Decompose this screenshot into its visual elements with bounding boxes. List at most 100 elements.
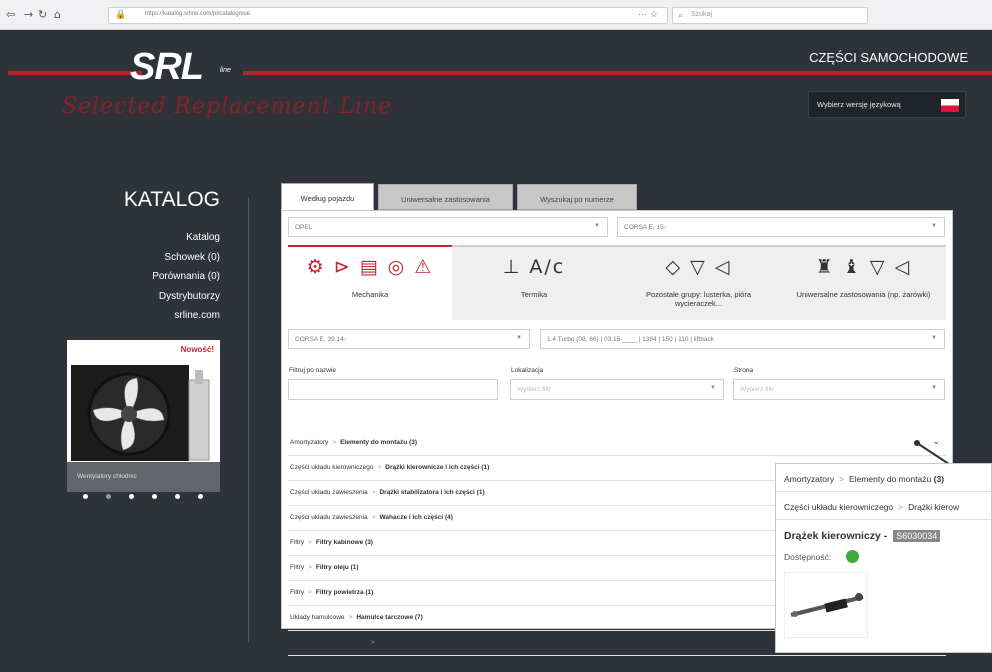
- variant-value: CORSA E, 39.14-: [295, 336, 346, 343]
- carousel-dot[interactable]: [152, 494, 157, 499]
- search-icon: ⌕: [678, 10, 684, 20]
- language-label: Wybierz wersję językową: [817, 100, 901, 109]
- tagline: Selected Replacement Line: [62, 94, 393, 119]
- category-label: Termika: [520, 290, 548, 299]
- row-count: (1): [420, 639, 429, 646]
- side-select[interactable]: Wybierz filtr ▼: [733, 379, 945, 400]
- carousel-dot[interactable]: [129, 494, 134, 499]
- make-value: OPEL: [295, 224, 313, 231]
- tab-bar: Według pojazdu Uniwersalne zastosowania …: [281, 181, 953, 210]
- make-select[interactable]: OPEL ▼: [288, 217, 608, 237]
- tab-search-number[interactable]: Wyszukaj po numerze: [517, 184, 637, 210]
- tab-universal[interactable]: Uniwersalne zastosowania: [378, 184, 513, 210]
- tie-rod-image: [790, 593, 864, 617]
- page-actions-icon[interactable]: ⋯☆: [638, 9, 661, 20]
- chevron-down-icon: ▼: [931, 385, 937, 391]
- row-subgroup: Filtry kabinowe: [315, 539, 364, 546]
- chevron-down-icon[interactable]: ⌄: [932, 437, 940, 447]
- language-selector-button[interactable]: Wybierz wersję językową: [808, 91, 966, 118]
- row-subgroup: Hamulce tarczowe: [356, 614, 414, 621]
- category-label: Uniwersalne zastosowania (np. żarówki): [796, 290, 931, 299]
- product-image[interactable]: [784, 572, 868, 638]
- back-arrow-icon[interactable]: ⇦: [6, 8, 15, 22]
- breadcrumb-separator-icon: >: [308, 589, 312, 596]
- carousel-dot[interactable]: [106, 494, 111, 499]
- row-count: (1): [481, 464, 490, 471]
- header-red-line-left: [8, 71, 142, 75]
- breadcrumb-separator-icon: >: [898, 502, 904, 512]
- zoom-row[interactable]: Części układu kierowniczego > Drążki kiero…: [776, 492, 991, 520]
- engine-select[interactable]: 1.4 Turbo (08, 66) | 03.15-____ | 1364 |…: [540, 329, 945, 349]
- srl-logo[interactable]: SRL: [130, 46, 204, 89]
- header-red-line-right: [243, 71, 992, 75]
- forward-arrow-icon[interactable]: →: [24, 8, 33, 22]
- universal-icons: ♜ ♝ ▽ ◁: [815, 256, 912, 278]
- engine-value: 1.4 Turbo (08, 66) | 03.15-____ | 1364 |…: [547, 336, 714, 343]
- side-label: Strona: [734, 367, 754, 374]
- breadcrumb-separator-icon: >: [308, 539, 312, 546]
- category-universal[interactable]: ♜ ♝ ▽ ◁ Uniwersalne zastosowania (np. ża…: [781, 245, 946, 320]
- new-badge: Nowość!: [180, 345, 214, 354]
- sidebar-link-katalog[interactable]: Katalog: [152, 228, 220, 248]
- logo-sub: line: [220, 67, 231, 74]
- category-termika[interactable]: ⊥ A/c Termika: [452, 245, 616, 320]
- browser-toolbar: ⇦ → ↻ ⌂ 🔒 https://katalog.srline.com/pl/…: [0, 0, 992, 30]
- row-group: Amortyzatory: [290, 439, 329, 446]
- address-bar[interactable]: 🔒 https://katalog.srline.com/pl/catalog/…: [108, 7, 668, 24]
- row-group: Części układu zawieszenia: [290, 514, 368, 521]
- breadcrumb-separator-icon: >: [839, 474, 845, 484]
- mechanics-icons: ⚙ ⊳ ▤ ◎ ⚠: [306, 256, 434, 278]
- tab-by-vehicle[interactable]: Według pojazdu: [281, 183, 374, 210]
- reload-icon[interactable]: ↻: [38, 8, 47, 22]
- promo-banner[interactable]: Nowość! Wentylatory chłodnic: [67, 340, 220, 492]
- category-pozostale[interactable]: ◇ ▽ ◁ Pozostałe grupy: lusterka, pióra w…: [616, 245, 781, 320]
- catalog-heading: KATALOG: [123, 188, 220, 211]
- row-group: Filtry: [290, 564, 305, 571]
- breadcrumb-separator-icon: >: [370, 639, 375, 646]
- thermal-icons: ⊥ A/c: [502, 256, 566, 278]
- availability-label: Dostępność:: [784, 552, 832, 562]
- row-subgroup: Drążki kierownicze i ich części: [385, 464, 480, 471]
- row-group: Części układu kierowniczego: [290, 464, 374, 471]
- model-value: CORSA E, 15-: [624, 224, 666, 231]
- sidebar-link-porownania[interactable]: Porównania (0): [152, 267, 220, 287]
- sidebar-link-dystrybutorzy[interactable]: Dystrybutorzy: [152, 287, 220, 307]
- list-item[interactable]: Amortyzatory > Elementy do montażu (3) ⌄: [288, 431, 946, 456]
- row-count: (1): [350, 564, 359, 571]
- zoom-row[interactable]: Amortyzatory > Elementy do montażu (3): [776, 464, 991, 492]
- carousel-dot[interactable]: [83, 494, 88, 499]
- row-subgroup: Drążki stabilizatora i ich części: [379, 489, 475, 496]
- variant-select[interactable]: CORSA E, 39.14- ▼: [288, 329, 530, 349]
- browser-search-input[interactable]: ⌕ Szukaj: [672, 7, 868, 24]
- filter-name-input[interactable]: [288, 379, 498, 400]
- row-group: Układy hamulcowe: [290, 614, 345, 621]
- zoom-row-subgroup: Elementy do montażu: [849, 474, 932, 484]
- chevron-down-icon: ▼: [594, 223, 600, 229]
- category-mechanika[interactable]: ⚙ ⊳ ▤ ◎ ⚠ Mechanika: [288, 245, 452, 320]
- carousel-dot[interactable]: [198, 494, 203, 499]
- zoom-row-group: Części układu kierowniczego: [784, 502, 894, 512]
- product-name: Drążek kierowniczy: [784, 530, 881, 542]
- sidebar-link-schowek[interactable]: Schowek (0): [152, 248, 220, 268]
- carousel-dot[interactable]: [175, 494, 180, 499]
- mirror-wiper-icons: ◇ ▽ ◁: [665, 256, 732, 278]
- product-title[interactable]: Drążek kierowniczy - S6030034: [784, 530, 941, 542]
- poland-flag-icon: [941, 99, 959, 112]
- row-group: Filtry: [290, 539, 305, 546]
- chevron-down-icon: ▼: [931, 335, 937, 341]
- model-select[interactable]: CORSA E, 15- ▼: [617, 217, 945, 237]
- row-subgroup: Filtry oleju: [315, 564, 349, 571]
- chevron-down-icon: ▼: [931, 223, 937, 229]
- page-title: CZĘŚCI SAMOCHODOWE: [809, 50, 968, 65]
- lock-icon: 🔒: [115, 9, 127, 19]
- sidebar-link-srline[interactable]: srline.com: [152, 306, 220, 326]
- vertical-divider: [248, 197, 249, 642]
- home-icon[interactable]: ⌂: [54, 8, 61, 22]
- category-label: Mechanika: [351, 290, 389, 299]
- row-subgroup: Filtry powietrza: [315, 589, 364, 596]
- chevron-down-icon: ▼: [516, 335, 522, 341]
- location-select[interactable]: Wybierz filtr ▼: [510, 379, 724, 400]
- filter-name-label: Filtruj po nazwie: [289, 367, 336, 374]
- location-label: Lokalizacja: [511, 367, 544, 374]
- location-placeholder: Wybierz filtr: [517, 386, 551, 393]
